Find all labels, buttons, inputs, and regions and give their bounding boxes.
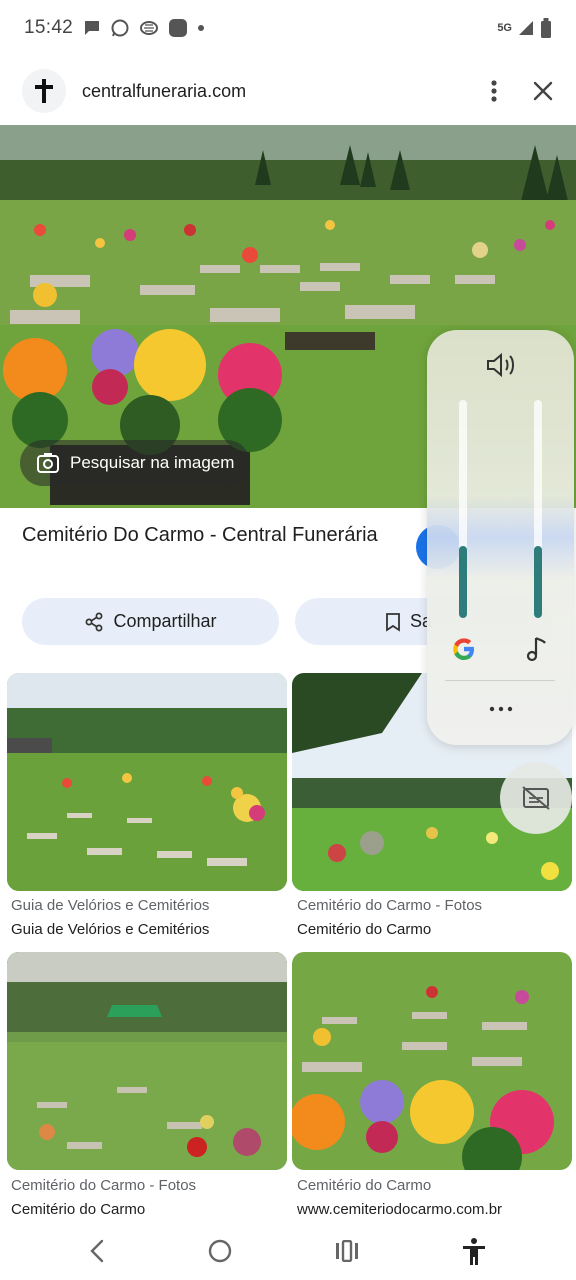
music-note-icon[interactable]	[526, 635, 550, 663]
thumbnail-image	[292, 952, 572, 1170]
back-icon[interactable]	[89, 1239, 105, 1263]
search-in-image-button[interactable]: Pesquisar na imagem	[20, 440, 251, 486]
grid-item-2-source: Cemitério do Carmo - Fotos	[297, 897, 483, 914]
notification-icons	[83, 18, 205, 38]
close-icon[interactable]	[532, 80, 554, 102]
media-volume-slider[interactable]	[534, 400, 542, 618]
signal-icon	[519, 21, 533, 35]
live-caption-toggle[interactable]	[500, 762, 572, 834]
grid-item-2-title[interactable]: Cemitério do Carmo	[297, 921, 431, 938]
grid-thumbnail-4[interactable]	[292, 952, 572, 1170]
thumbnail-image	[7, 673, 287, 891]
more-vert-icon[interactable]	[490, 79, 498, 103]
whatsapp-icon	[111, 19, 129, 37]
thumbnail-image	[7, 952, 287, 1170]
status-time: 15:42	[24, 17, 74, 38]
grid-thumbnail-1[interactable]	[7, 673, 287, 891]
app-square-icon	[169, 19, 188, 37]
grid-thumbnail-3[interactable]	[7, 952, 287, 1170]
battery-icon	[541, 18, 551, 38]
more-notifications-dot-icon	[198, 25, 205, 31]
bookmark-icon	[386, 612, 400, 632]
share-label: Compartilhar	[113, 611, 217, 631]
system-nav-bar	[0, 1222, 576, 1280]
status-right: 5G	[497, 18, 552, 38]
captions-off-icon	[522, 786, 550, 810]
grid-item-4-source: Cemitério do Carmo	[297, 1177, 432, 1194]
recents-icon[interactable]	[335, 1240, 359, 1262]
share-button[interactable]: Compartilhar	[22, 598, 279, 645]
grid-item-4-title[interactable]: www.cemiteriodocarmo.com.br	[297, 1201, 502, 1218]
more-horiz-icon[interactable]	[488, 705, 514, 713]
grid-item-3-title[interactable]: Cemitério do Carmo	[11, 1201, 145, 1218]
grid-item-1-title[interactable]: Guia de Velórios e Cemitérios	[11, 921, 209, 938]
result-title[interactable]: Cemitério Do Carmo - Central Funerária	[22, 522, 402, 549]
grid-item-3-source: Cemitério do Carmo - Fotos	[11, 1177, 197, 1194]
share-icon	[86, 612, 103, 631]
grid-item-1-source: Guia de Velórios e Cemitérios	[11, 897, 210, 914]
media-volume-fill	[534, 546, 542, 618]
search-in-image-label: Pesquisar na imagem	[70, 453, 235, 472]
browser-url-bar: centralfunerariа.com	[0, 60, 576, 122]
network-type: 5G	[497, 22, 512, 34]
speaker-icon[interactable]	[485, 351, 517, 379]
volume-panel-divider	[445, 680, 555, 681]
ringtone-volume-slider[interactable]	[459, 400, 467, 618]
url-text[interactable]: centralfunerariа.com	[82, 81, 246, 102]
app-notification-icon	[140, 21, 159, 35]
url-actions	[490, 79, 554, 103]
accessibility-icon[interactable]	[461, 1237, 487, 1265]
google-app-icon[interactable]	[451, 636, 477, 662]
status-bar: 15:42 5G	[0, 0, 576, 56]
chat-bubble-icon	[85, 21, 100, 35]
lens-camera-icon	[37, 453, 59, 473]
volume-panel	[427, 330, 574, 745]
site-favicon[interactable]	[22, 69, 66, 113]
home-icon[interactable]	[207, 1238, 233, 1264]
ringtone-volume-fill	[459, 546, 467, 618]
cross-icon	[35, 79, 53, 103]
